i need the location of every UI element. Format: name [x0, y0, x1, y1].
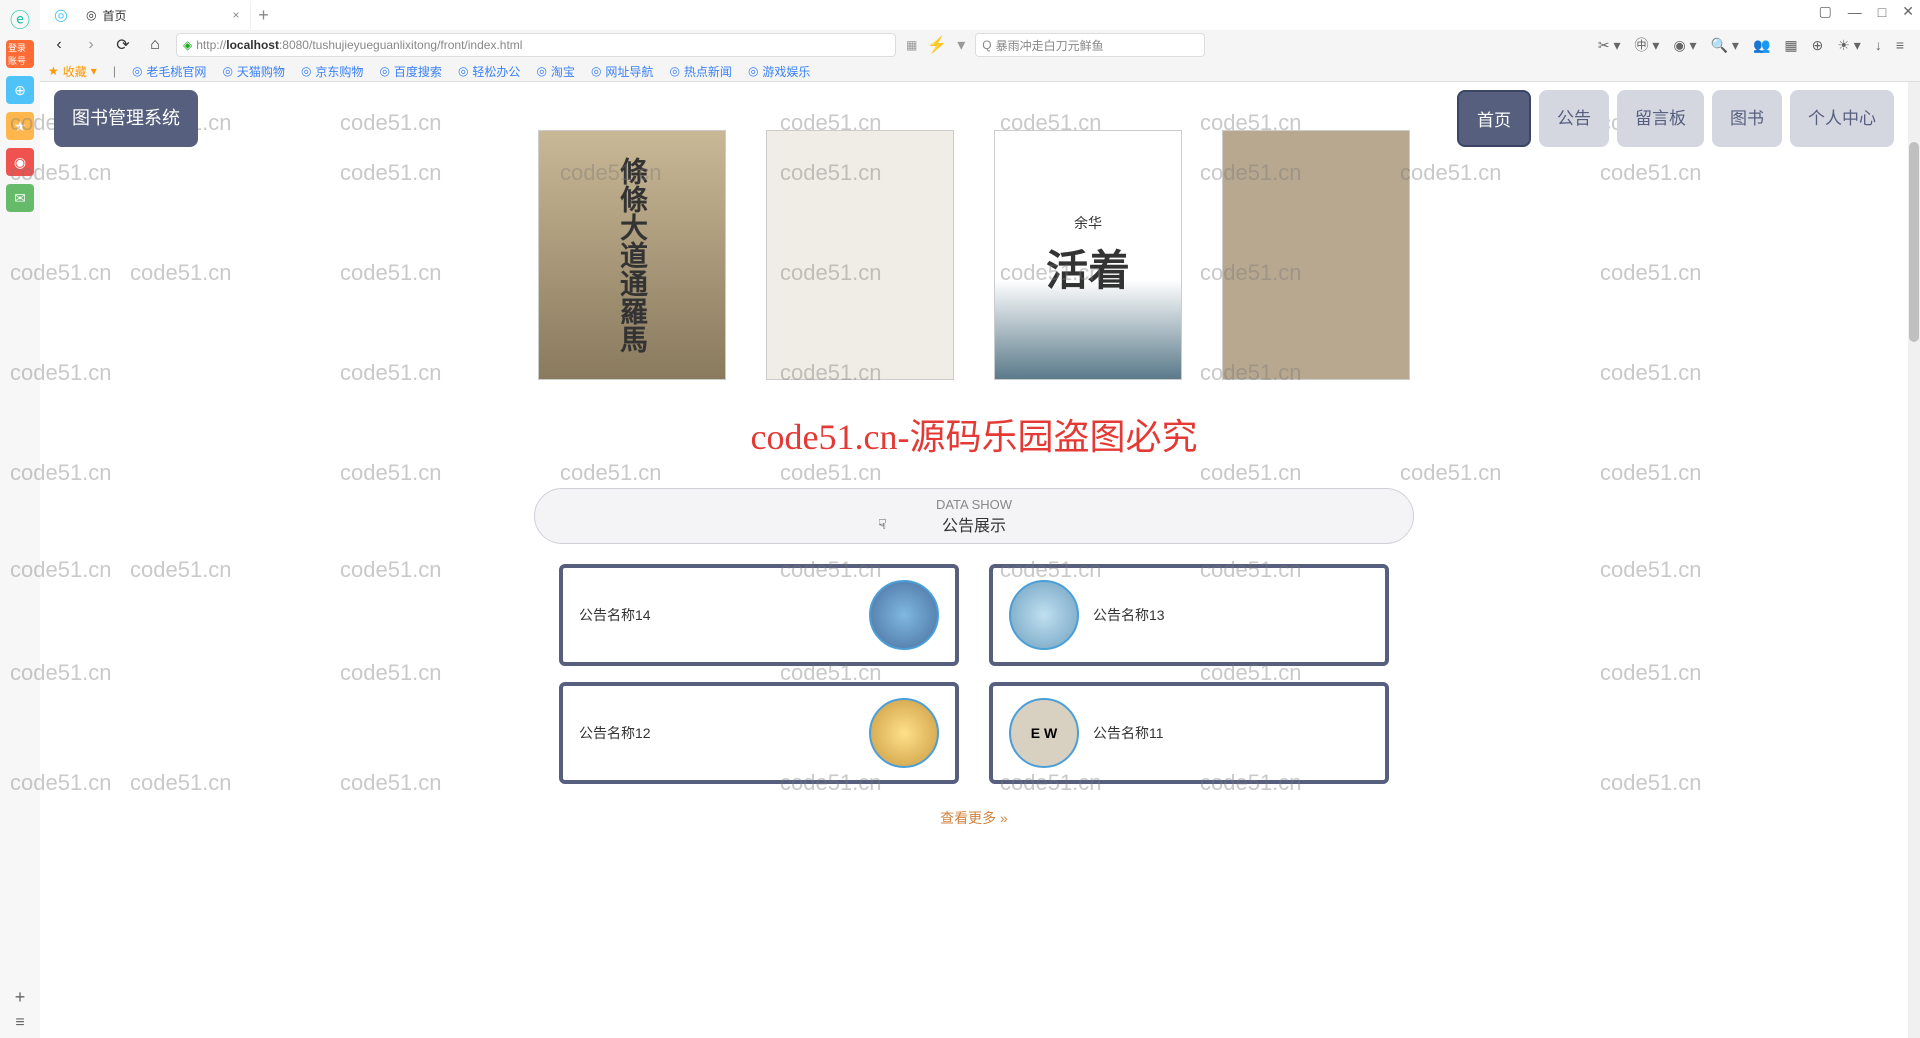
menu-icon[interactable]: ≡: [1896, 37, 1904, 53]
book-cover-4[interactable]: [1222, 130, 1410, 380]
window-close-icon[interactable]: ✕: [1902, 3, 1914, 20]
bookmark-item-3[interactable]: ◎ 京东购物: [301, 63, 364, 80]
tab-title: 首页: [102, 7, 126, 24]
book-cover-2[interactable]: [766, 130, 954, 380]
download-icon[interactable]: ↓: [1875, 37, 1882, 53]
home-button[interactable]: ⌂: [144, 34, 166, 56]
announcement-thumb: [869, 698, 939, 768]
announcement-card[interactable]: 公告名称12: [559, 682, 959, 784]
address-bar: ‹ › ⟳ ⌂ ◈ http://localhost:8080/tushujie…: [40, 30, 1920, 60]
bookmark-item-1[interactable]: ◎ 老毛桃官网: [132, 63, 207, 80]
announcement-grid: 公告名称14 公告名称13 公告名称12 公告名称11 E W: [559, 564, 1389, 784]
shield-icon: ◈: [183, 38, 192, 52]
nav-tab-message[interactable]: 留言板: [1617, 90, 1704, 147]
section-header: DATA SHOW 公告展示: [534, 488, 1414, 544]
tab-bar: ◎ ◎ 首页 × + ▢ — □ ✕: [40, 0, 1920, 30]
login-tag[interactable]: 登录账号: [6, 40, 34, 68]
nav-tab-books[interactable]: 图书: [1712, 90, 1782, 147]
toolbar-icons: ✂ ▾ ㊥ ▾ ◉ ▾ 🔍 ▾ 👥 ▦ ⊕ ☀ ▾ ↓ ≡: [1598, 35, 1904, 55]
app-brand[interactable]: 图书管理系统: [54, 90, 198, 147]
announcement-thumb: E W: [1009, 698, 1079, 768]
browser-tab[interactable]: ◎ 首页 ×: [76, 1, 251, 29]
flash-icon[interactable]: ⚡: [927, 35, 947, 55]
window-maximize-icon[interactable]: □: [1878, 4, 1886, 20]
book-title: 條條大道通羅馬: [612, 157, 652, 353]
announcement-title: 公告名称14: [579, 605, 651, 625]
book-cover-1[interactable]: 條條大道通羅馬: [538, 130, 726, 380]
new-tab-button[interactable]: +: [251, 2, 277, 28]
chevron-down-icon[interactable]: ▾: [957, 35, 965, 55]
announcement-thumb: [1009, 580, 1079, 650]
main-content[interactable]: 條條大道通羅馬 余华 活着 code51.cn-源码乐园盗图必究 DATA SH…: [40, 82, 1908, 1038]
search-icon: Q: [982, 38, 991, 52]
bookmark-item-4[interactable]: ◎ 百度搜索: [379, 63, 442, 80]
translate-icon[interactable]: ㊥ ▾: [1635, 35, 1660, 55]
announcement-title: 公告名称13: [1093, 605, 1165, 625]
bookmark-item-7[interactable]: ◎ 网址导航: [591, 63, 654, 80]
bookmark-sep: |: [113, 64, 116, 78]
nav-tab-profile[interactable]: 个人中心: [1790, 90, 1894, 147]
announcement-card[interactable]: 公告名称14: [559, 564, 959, 666]
app-left-sidebar: ⓔ 登录账号 ⊕ ★ ◉ ✉ + ≡: [0, 0, 40, 1038]
browser-logo-icon[interactable]: ⓔ: [6, 4, 34, 32]
section-title-en: DATA SHOW: [936, 497, 1012, 512]
book-author: 余华: [1046, 213, 1130, 233]
browser-chrome: ◎ ◎ 首页 × + ▢ — □ ✕ ‹ › ⟳ ⌂ ◈ http://loca…: [40, 0, 1920, 82]
book-cover-3[interactable]: 余华 活着: [994, 130, 1182, 380]
nav-tab-announce[interactable]: 公告: [1539, 90, 1609, 147]
bookmark-item-2[interactable]: ◎ 天猫购物: [222, 63, 285, 80]
globe-icon[interactable]: ⊕: [1812, 37, 1824, 54]
forward-button[interactable]: ›: [80, 34, 102, 56]
search-input[interactable]: Q 暴雨冲走白刀元鲜鱼: [975, 33, 1205, 57]
view-more-link[interactable]: 查看更多 »: [40, 808, 1908, 828]
app-nav: 首页 公告 留言板 图书 个人中心: [1457, 90, 1894, 147]
nav-tab-home[interactable]: 首页: [1457, 90, 1531, 147]
compass-icon[interactable]: ◎: [46, 5, 76, 25]
people-icon[interactable]: 👥: [1753, 37, 1770, 54]
reload-button[interactable]: ⟳: [112, 34, 134, 56]
sidebar-add-icon[interactable]: +: [15, 987, 26, 1008]
sidebar-app-4-icon[interactable]: ✉: [6, 184, 34, 212]
bookmark-item-8[interactable]: ◎ 热点新闻: [669, 63, 732, 80]
window-minimize-icon[interactable]: —: [1848, 4, 1862, 20]
vertical-scrollbar[interactable]: [1908, 82, 1920, 1038]
bookmark-bar: ★ 收藏 ▾ | ◎ 老毛桃官网 ◎ 天猫购物 ◎ 京东购物 ◎ 百度搜索 ◎ …: [40, 60, 1920, 82]
url-text: http://localhost:8080/tushujieyueguanlix…: [196, 38, 522, 52]
books-carousel: 條條大道通羅馬 余华 活着: [40, 130, 1908, 380]
window-pip-icon[interactable]: ▢: [1819, 3, 1832, 20]
bookmark-item-9[interactable]: ◎ 游戏娱乐: [748, 63, 811, 80]
watermark-warning: code51.cn-源码乐园盗图必究: [40, 408, 1908, 460]
grid-icon[interactable]: ▦: [1784, 37, 1797, 54]
bookmark-item-6[interactable]: ◎ 淘宝: [536, 63, 575, 80]
announcement-title: 公告名称12: [579, 723, 651, 743]
announcement-card[interactable]: 公告名称11 E W: [989, 682, 1389, 784]
close-tab-icon[interactable]: ×: [233, 8, 240, 22]
sun-icon[interactable]: ☀ ▾: [1837, 37, 1860, 54]
bookmark-item-5[interactable]: ◎ 轻松办公: [458, 63, 521, 80]
sidebar-app-3-icon[interactable]: ◉: [6, 148, 34, 176]
book-title: 活着: [1046, 237, 1130, 298]
tab-favicon-icon: ◎: [86, 8, 96, 22]
search-placeholder: 暴雨冲走白刀元鲜鱼: [996, 37, 1104, 54]
bookmark-favorites[interactable]: ★ 收藏 ▾: [48, 63, 97, 80]
announcement-thumb: [869, 580, 939, 650]
sidebar-app-2-icon[interactable]: ★: [6, 112, 34, 140]
url-input[interactable]: ◈ http://localhost:8080/tushujieyueguanl…: [176, 33, 896, 57]
sidebar-menu-icon[interactable]: ≡: [15, 1014, 24, 1032]
scissors-icon[interactable]: ✂ ▾: [1598, 37, 1621, 54]
shield-tool-icon[interactable]: ◉ ▾: [1673, 37, 1696, 54]
zoom-icon[interactable]: 🔍 ▾: [1711, 37, 1739, 54]
qr-icon[interactable]: ▦: [906, 38, 917, 52]
scroll-thumb[interactable]: [1909, 142, 1919, 342]
sidebar-app-1-icon[interactable]: ⊕: [6, 76, 34, 104]
section-title-zh: 公告展示: [942, 512, 1006, 536]
window-controls: ▢ — □ ✕: [1819, 3, 1914, 20]
announcement-title: 公告名称11: [1093, 723, 1164, 743]
announcement-card[interactable]: 公告名称13: [989, 564, 1389, 666]
back-button[interactable]: ‹: [48, 34, 70, 56]
